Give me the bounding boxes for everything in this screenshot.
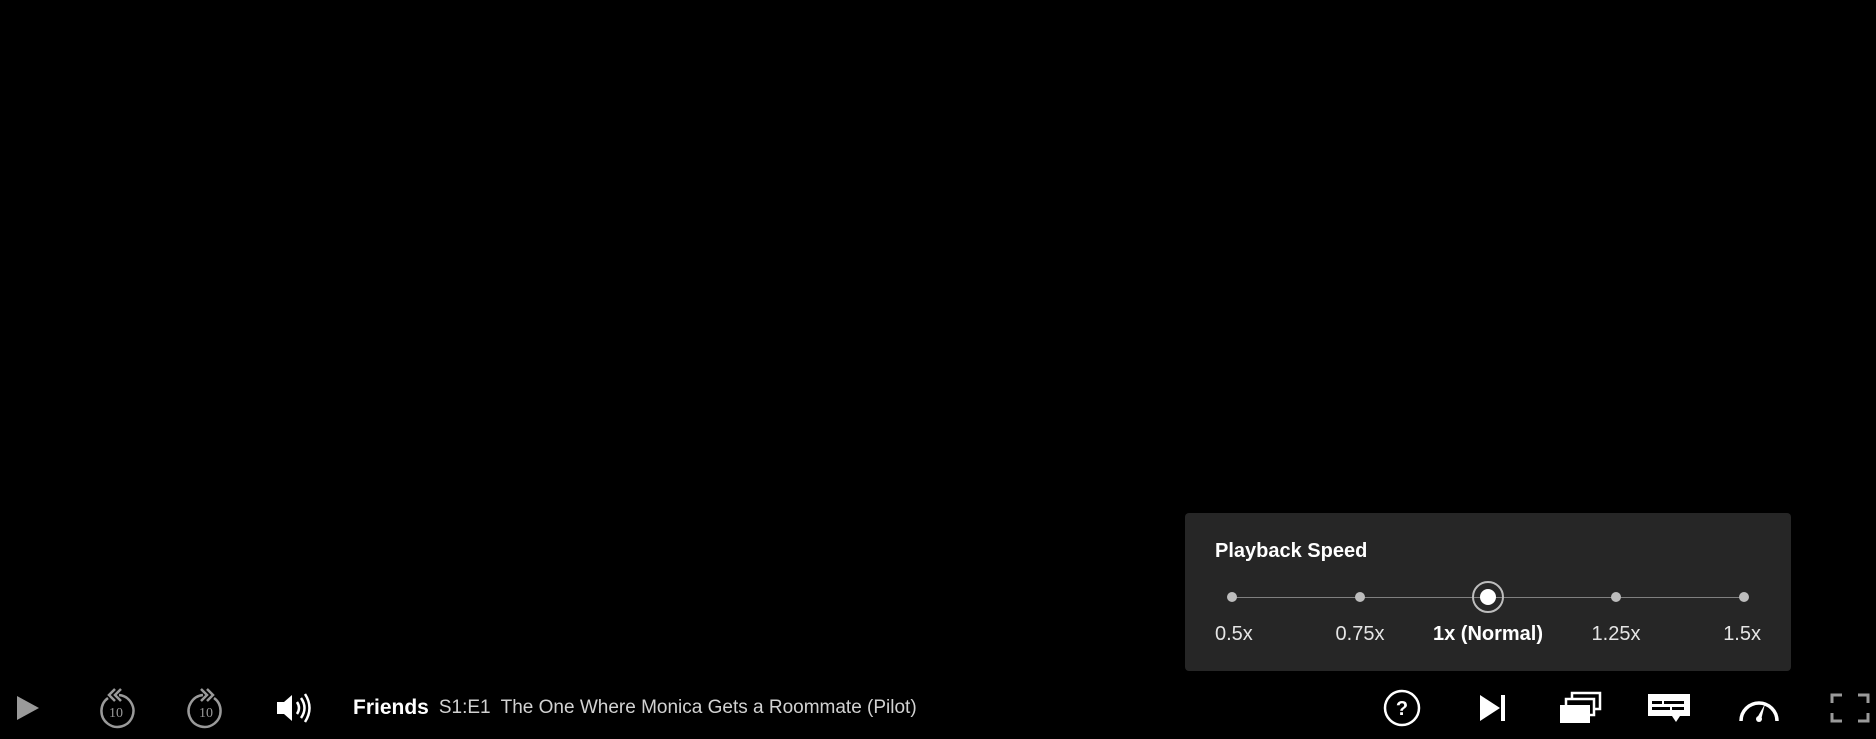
play-icon: [17, 696, 39, 720]
speed-option-1-5x-dot[interactable]: [1739, 592, 1749, 602]
episode-number: S1:E1: [438, 697, 491, 718]
fullscreen-icon: [1830, 693, 1870, 723]
playback-speed-button[interactable]: [1736, 680, 1782, 736]
help-button[interactable]: ?: [1381, 680, 1423, 736]
rewind-10-button[interactable]: 10: [94, 680, 138, 736]
svg-text:?: ?: [1396, 698, 1408, 720]
speed-option-0-5x-dot[interactable]: [1227, 592, 1237, 602]
rewind-10-icon: 10: [100, 688, 135, 729]
forward-10-button[interactable]: 10: [184, 680, 228, 736]
volume-icon: [277, 693, 311, 723]
speed-option-1x-normal[interactable]: 1x (Normal): [1433, 623, 1543, 646]
help-icon: ?: [1383, 689, 1421, 727]
forward-10-icon: 10: [187, 688, 222, 729]
speed-option-1x-dot-selected[interactable]: [1472, 581, 1504, 613]
speed-option-1-25x-dot[interactable]: [1611, 592, 1621, 602]
speed-option-0-5x[interactable]: 0.5x: [1215, 623, 1253, 646]
speed-option-1-25x[interactable]: 1.25x: [1592, 623, 1641, 646]
playback-speed-title: Playback Speed: [1215, 540, 1368, 562]
next-episode-button[interactable]: [1472, 680, 1512, 736]
forward-10-text: 10: [199, 706, 213, 721]
show-title: Friends: [353, 696, 429, 719]
episodes-button[interactable]: [1557, 680, 1603, 736]
speed-option-0-75x[interactable]: 0.75x: [1336, 623, 1385, 646]
volume-button[interactable]: [272, 680, 316, 736]
speed-option-1-5x[interactable]: 1.5x: [1723, 623, 1761, 646]
next-episode-icon: [1480, 695, 1505, 721]
play-button[interactable]: [10, 680, 46, 736]
playback-speed-panel: Playback Speed 0.5x 0.75x 1x (Normal) 1.…: [1185, 513, 1791, 671]
subtitles-icon: [1648, 694, 1690, 722]
speed-option-0-75x-dot[interactable]: [1355, 592, 1365, 602]
video-title: Friends S1:E1 The One Where Monica Gets …: [353, 680, 917, 736]
rewind-10-text: 10: [109, 706, 123, 721]
fullscreen-button[interactable]: [1829, 680, 1871, 736]
playback-speed-icon: [1739, 701, 1779, 722]
player-controls: 10 10 Friends S1:E1 The One Where Monica…: [0, 680, 1876, 739]
episodes-icon: [1560, 691, 1602, 723]
episode-title: The One Where Monica Gets a Roommate (Pi…: [500, 697, 917, 718]
subtitles-button[interactable]: [1646, 680, 1692, 736]
